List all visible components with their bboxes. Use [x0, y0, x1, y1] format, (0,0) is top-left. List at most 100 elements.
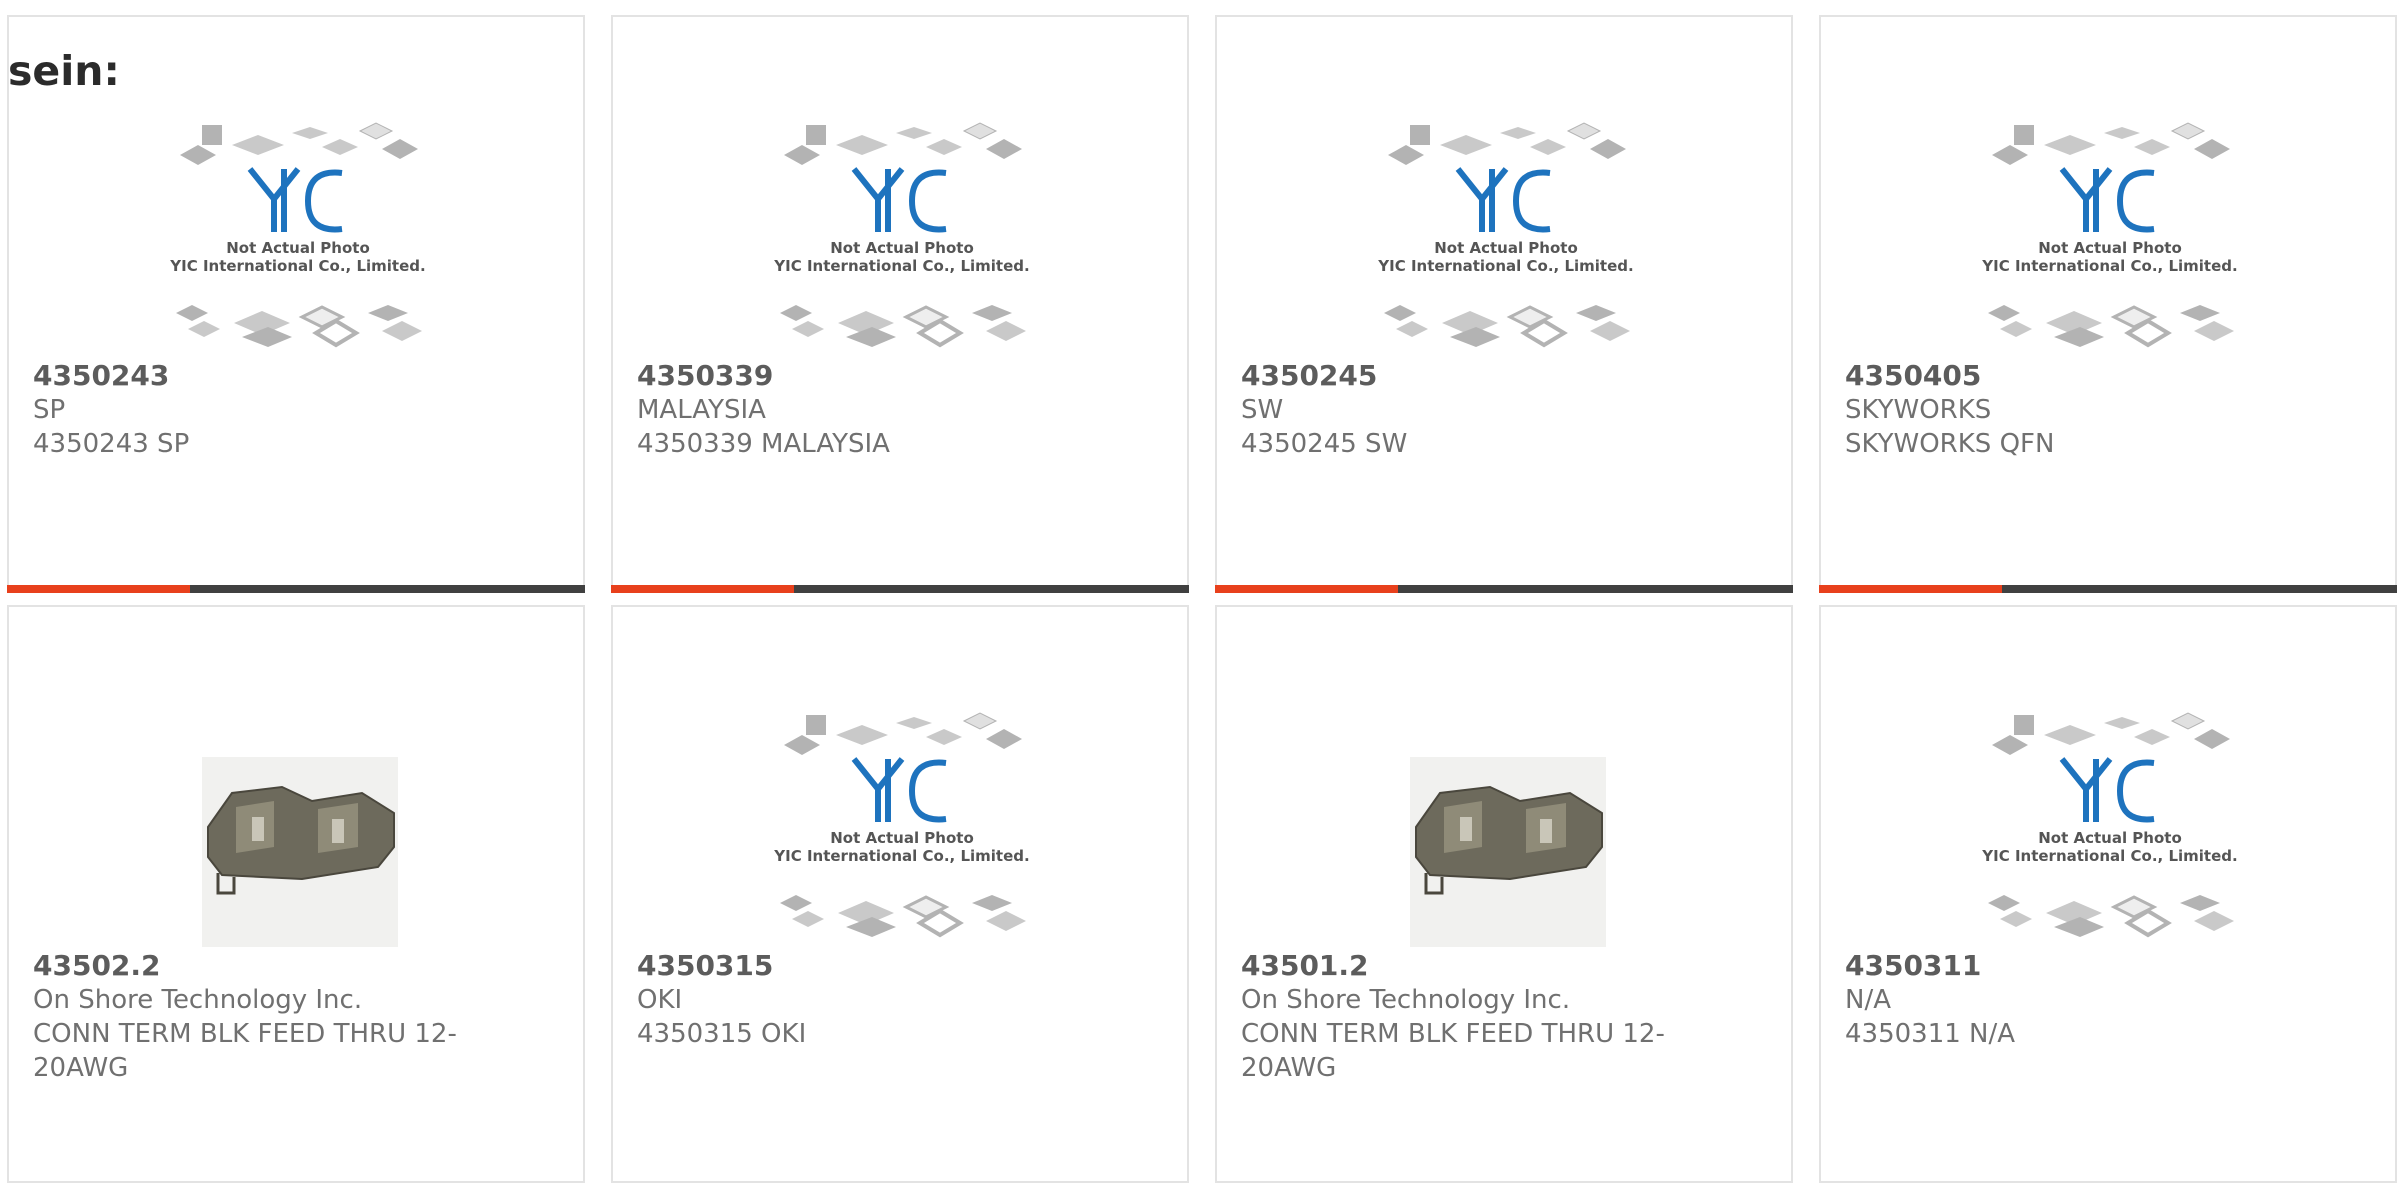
yic-logo — [851, 757, 947, 823]
placeholder-image: Not Actual PhotoYIC International Co., L… — [1377, 122, 1634, 348]
product-image[interactable] — [1370, 697, 1642, 953]
section-heading: sein: — [8, 47, 120, 95]
card-bottom-bar — [7, 585, 585, 593]
manufacturer-name: SW — [1241, 395, 1284, 425]
chip-icon — [2054, 917, 2104, 937]
product-card[interactable]: Not Actual Photo YIC International Co., L… — [1215, 15, 1793, 593]
chip-icon — [180, 145, 216, 165]
product-image[interactable]: Not Actual Photo YIC International Co., L… — [162, 107, 434, 357]
chip-icon — [836, 725, 888, 745]
product-description: 4350243 SP — [33, 429, 190, 459]
chip-icon — [1530, 139, 1566, 155]
product-description: CONN TERM BLK FEED THRU 12-20AWG — [33, 1019, 457, 1083]
chip-icon — [188, 321, 220, 337]
chip-icon — [2170, 122, 2206, 140]
product-image[interactable]: Not Actual Photo YIC International Co., L… — [1370, 107, 1642, 357]
chip-icon — [2104, 717, 2140, 729]
terminal-block-image — [202, 757, 398, 953]
product-image[interactable]: Not Actual Photo YIC International Co., L… — [766, 697, 1038, 947]
chip-icon — [972, 305, 1012, 321]
product-description: 4350315 OKI — [637, 1019, 807, 1049]
chip-icon — [2014, 125, 2034, 145]
chip-icon — [986, 139, 1022, 159]
product-grid: Not Actual Photo YIC International Co., L… — [7, 15, 2400, 1183]
part-number-link[interactable]: 4350311 — [1845, 949, 2275, 983]
product-card[interactable]: Not Actual Photo YIC International Co., L… — [611, 605, 1189, 1183]
chip-icon — [972, 895, 1012, 911]
chip-icon — [322, 139, 358, 155]
placeholder-image: Not Actual PhotoYIC International Co., L… — [169, 122, 426, 348]
placeholder-caption: Not Actual Photo — [830, 829, 974, 847]
chip-icon — [1388, 145, 1424, 165]
product-info: 43501.2 On Shore Technology Inc. CONN TERM… — [1241, 949, 1671, 1085]
chip-icon — [846, 917, 896, 937]
part-number-link[interactable]: 4350339 — [637, 359, 1067, 393]
product-card[interactable]: Not Actual Photo YIC International Co., L… — [1819, 15, 2397, 593]
chip-icon — [292, 127, 328, 139]
manufacturer-name: SKYWORKS — [1845, 395, 1992, 425]
chip-icon — [1396, 321, 1428, 337]
product-description: CONN TERM BLK FEED THRU 12-20AWG — [1241, 1019, 1665, 1083]
chip-icon — [2134, 729, 2170, 745]
chip-icon — [962, 122, 998, 140]
product-info: 4350245 SW 4350245 SW — [1241, 359, 1671, 461]
yic-logo — [1455, 167, 1551, 233]
chip-icon — [1440, 135, 1492, 155]
chip-icon — [896, 127, 932, 139]
chip-icon — [242, 327, 292, 347]
placeholder-image: Not Actual PhotoYIC International Co., L… — [773, 712, 1030, 938]
product-image[interactable] — [162, 697, 434, 953]
product-card[interactable]: 43502.2 On Shore Technology Inc. CONN TERM… — [7, 605, 585, 1183]
placeholder-image: Not Actual PhotoYIC International Co., L… — [1981, 122, 2238, 348]
chip-icon — [1500, 127, 1536, 139]
placeholder-image: Not Actual PhotoYIC International Co., L… — [773, 122, 1030, 348]
chip-icon — [232, 135, 284, 155]
chip-icon — [792, 911, 824, 927]
terminal-block-image — [1410, 757, 1606, 953]
part-number-link[interactable]: 4350405 — [1845, 359, 2275, 393]
manufacturer-name: On Shore Technology Inc. — [1241, 985, 1571, 1015]
part-number-link[interactable]: 43501.2 — [1241, 949, 1671, 983]
manufacturer-name: On Shore Technology Inc. — [33, 985, 363, 1015]
card-accent-bar — [611, 585, 794, 593]
chip-icon — [1590, 321, 1630, 341]
product-image[interactable]: Not Actual Photo YIC International Co., L… — [766, 107, 1038, 357]
product-image[interactable]: Not Actual Photo YIC International Co., L… — [1974, 107, 2246, 357]
chip-icon — [382, 139, 418, 159]
chip-icon — [176, 305, 208, 321]
chip-icon — [780, 305, 812, 321]
chip-icon — [2180, 305, 2220, 321]
chip-icon — [2180, 895, 2220, 911]
chip-icon — [2044, 725, 2096, 745]
card-accent-bar — [7, 585, 190, 593]
placeholder-caption: YIC International Co., Limited. — [1981, 257, 2237, 275]
product-image[interactable]: Not Actual Photo YIC International Co., L… — [1974, 697, 2246, 947]
chip-icon — [962, 712, 998, 730]
card-bottom-bar — [611, 585, 1189, 593]
chip-icon — [1992, 735, 2028, 755]
part-number-link[interactable]: 4350315 — [637, 949, 1067, 983]
yic-logo — [247, 167, 343, 233]
placeholder-caption: YIC International Co., Limited. — [773, 847, 1029, 865]
chip-icon — [2054, 327, 2104, 347]
chip-icon — [792, 321, 824, 337]
chip-icon — [784, 735, 820, 755]
product-info: 4350243 SP 4350243 SP — [33, 359, 463, 461]
part-number-link[interactable]: 43502.2 — [33, 949, 463, 983]
part-number-link[interactable]: 4350243 — [33, 359, 463, 393]
placeholder-caption: Not Actual Photo — [226, 239, 370, 257]
product-card[interactable]: Not Actual Photo YIC International Co., L… — [1819, 605, 2397, 1183]
manufacturer-name: MALAYSIA — [637, 395, 766, 425]
product-info: 4350315 OKI 4350315 OKI — [637, 949, 1067, 1051]
chip-icon — [1566, 122, 1602, 140]
chip-icon — [2000, 911, 2032, 927]
chip-icon — [382, 321, 422, 341]
product-card[interactable]: 43501.2 On Shore Technology Inc. CONN TERM… — [1215, 605, 1793, 1183]
placeholder-caption: Not Actual Photo — [830, 239, 974, 257]
product-description: 4350339 MALAYSIA — [637, 429, 890, 459]
part-number-link[interactable]: 4350245 — [1241, 359, 1671, 393]
product-description: 4350245 SW — [1241, 429, 1408, 459]
chip-icon — [2194, 911, 2234, 931]
product-card[interactable]: Not Actual Photo YIC International Co., L… — [611, 15, 1189, 593]
chip-icon — [926, 729, 962, 745]
